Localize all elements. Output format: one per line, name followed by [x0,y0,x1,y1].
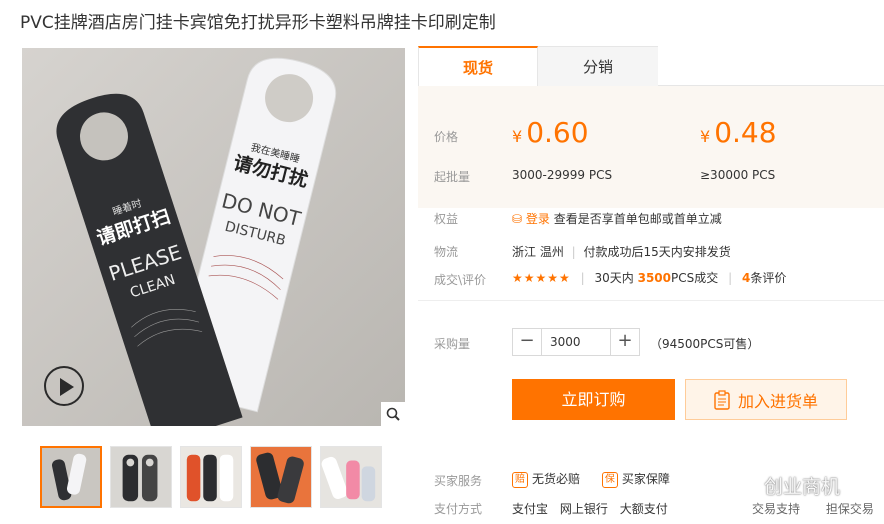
trade-support-text: 交易支持 [752,502,801,516]
logistics-note: 付款成功后15天内安排发货 [583,245,731,259]
price-tier-1: ¥0.60 [512,116,589,149]
sales-prefix: 30天内 [594,271,634,285]
service-item[interactable]: 买家保障 [622,472,670,486]
product-title: PVC挂牌酒店房门挂卡宾馆免打扰异形卡塑料吊牌挂卡印刷定制 [20,13,496,33]
currency-symbol: ¥ [700,127,711,146]
price-value: 0.60 [526,116,589,149]
add-to-cart-button[interactable]: 加入进货单 [685,379,847,420]
quantity-stepper: − + [512,328,640,356]
benefit-icon: ⛁ [512,212,523,226]
logistics-origin: 浙江 温州 [512,245,564,259]
offer-tabs: 现货 分销 [418,46,884,87]
thumbnail-2[interactable] [110,446,172,508]
review-suffix: 条评价 [750,271,787,285]
main-product-image[interactable]: 我在美睡睡 请勿打扰 DO NOT DISTURB 睡着时 请即打扫 PLEAS… [22,48,405,426]
separator: | [571,245,576,259]
payment-row: 支付宝 网上银行 大额支付 [512,500,668,517]
guarantee-icon: 保 [601,471,618,488]
thumbnail-5[interactable] [320,446,382,508]
price-value: 0.48 [714,116,777,149]
logistics-label: 物流 [434,245,459,259]
thumbnail-3[interactable] [180,446,242,508]
price-panel: 价格 ¥0.60 ¥0.48 起批量 3000-29999 PCS ≥30000… [418,86,884,208]
price-label: 价格 [434,130,459,144]
play-video-icon[interactable] [44,366,84,406]
login-link[interactable]: 登录 [526,212,550,226]
thumbnail-4[interactable] [250,446,312,508]
star-rating-icon: ★★★★★ [512,271,571,285]
pay-method: 大额支付 [619,502,668,516]
benefits-text: 查看是否享首单包邮或首单立减 [553,212,722,226]
decrease-button[interactable]: − [513,329,541,355]
section-divider [418,300,884,301]
clipboard-icon [714,389,730,410]
services-row: 赔无货必赔 保买家保障 [512,470,670,488]
door-hanger-photo: 我在美睡睡 请勿打扰 DO NOT DISTURB 睡着时 请即打扫 PLEAS… [22,48,405,426]
price-tier-2: ¥0.48 [700,116,777,149]
thumbnail-strip [40,446,382,508]
buy-now-button[interactable]: 立即订购 [512,379,675,420]
magnifier-icon[interactable] [381,402,405,426]
quantity-input[interactable] [541,329,611,355]
currency-symbol: ¥ [512,127,523,146]
add-to-cart-label: 加入进货单 [737,391,818,411]
increase-button[interactable]: + [611,329,639,355]
wechat-watermark: 创业商机 [730,472,840,499]
sales-unit: PCS成交 [671,271,719,285]
pay-method: 网上银行 [559,502,608,516]
trade-support: 交易支持 担保交易 [752,500,874,517]
thumbnail-1[interactable] [40,446,102,508]
benefits-row: ⛁ 登录 查看是否享首单包邮或首单立减 [512,210,722,227]
sales-count: 3500 [637,271,672,285]
reviews-label: 成交\评价 [434,273,487,287]
benefits-label: 权益 [434,212,459,226]
tab-distribution[interactable]: 分销 [538,46,658,86]
moq-label: 起批量 [434,170,471,184]
separator: | [728,271,733,285]
tab-spot[interactable]: 现货 [418,46,538,87]
escrow-text: 担保交易 [825,502,874,516]
separator: | [580,271,585,285]
compensation-icon: 赔 [512,471,528,488]
watermark-text: 创业商机 [764,476,841,498]
tier-1-range: 3000-29999 PCS [512,168,613,182]
service-item[interactable]: 无货必赔 [532,472,580,486]
logistics-row: 浙江 温州 | 付款成功后15天内安排发货 [512,243,731,260]
services-label: 买家服务 [434,474,483,488]
pay-method: 支付宝 [512,502,549,516]
quantity-label: 采购量 [434,337,471,351]
payment-label: 支付方式 [434,502,483,516]
tier-2-range: ≥30000 PCS [700,168,776,182]
reviews-row: ★★★★★ | 30天内 3500PCS成交 | 4条评价 [512,269,786,286]
stock-available: （94500PCS可售） [650,337,760,351]
wechat-icon [730,474,757,496]
